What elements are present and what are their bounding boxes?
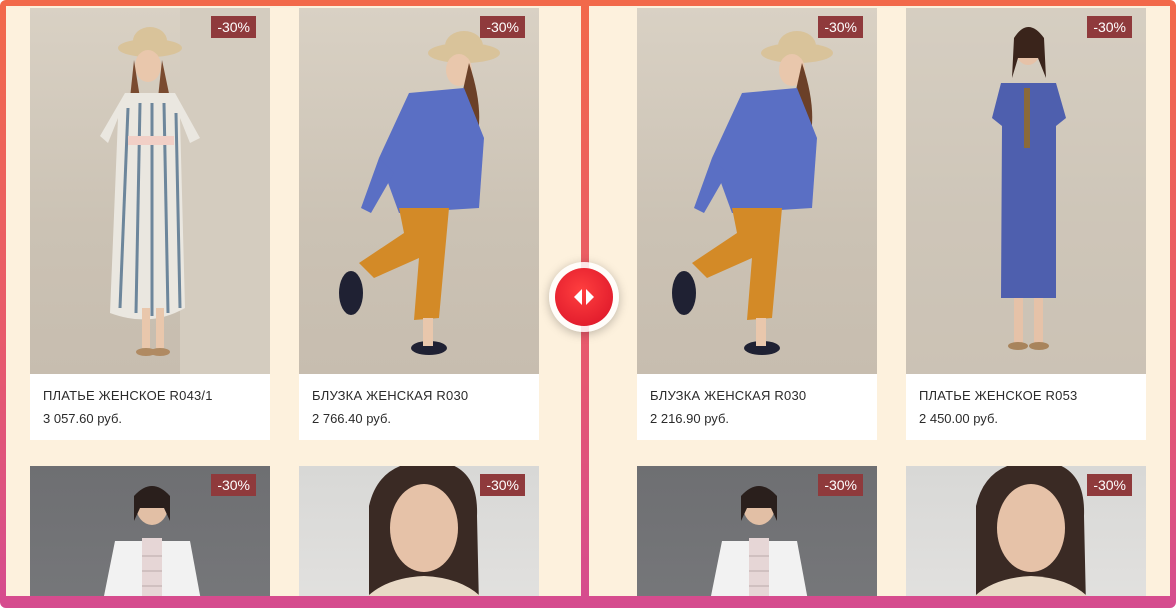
product-photo-portrait[interactable]: -30% — [906, 466, 1146, 596]
product-card[interactable]: -30% — [906, 466, 1146, 596]
blouse-model-illustration — [672, 31, 833, 355]
blue-dress-model-illustration — [906, 8, 1146, 374]
product-price: 2 766.40 руб. — [312, 411, 392, 426]
product-name[interactable]: ПЛАТЬЕ ЖЕНСКОЕ R053 — [919, 388, 1146, 403]
product-photo-blue-blouse[interactable]: -30% — [299, 8, 539, 374]
product-info: БЛУЗКА ЖЕНСКАЯ R030 2 766.40 руб. — [299, 374, 539, 440]
compare-handle-circle[interactable] — [555, 268, 613, 326]
product-card[interactable]: -30% ПЛАТЬЕ ЖЕНСКОЕ R043/1 3 057.60 руб. — [30, 8, 270, 440]
left-comparison-pane: -30% ПЛАТЬЕ ЖЕНСКОЕ R043/1 3 057.60 руб.… — [6, 6, 581, 596]
product-photo-blue-dress[interactable]: -30% — [906, 8, 1146, 374]
discount-badge: -30% — [480, 474, 525, 496]
compare-slider-handle[interactable] — [549, 262, 619, 332]
product-photo-white-jacket[interactable]: -30% — [30, 466, 270, 596]
left-right-arrows-icon — [574, 289, 594, 305]
product-card[interactable]: -30% БЛУЗКА ЖЕНСКАЯ R030 2 216.90 руб. — [637, 8, 877, 440]
product-photo-portrait[interactable]: -30% — [299, 466, 539, 596]
product-info: БЛУЗКА ЖЕНСКАЯ R030 2 216.90 руб. — [637, 374, 877, 440]
product-card[interactable]: -30% — [30, 466, 270, 596]
product-card[interactable]: -30% — [299, 466, 539, 596]
product-price: 3 057.60 руб. — [43, 411, 123, 426]
product-name[interactable]: ПЛАТЬЕ ЖЕНСКОЕ R043/1 — [43, 388, 270, 403]
product-photo-white-jacket[interactable]: -30% — [637, 466, 877, 596]
product-info: ПЛАТЬЕ ЖЕНСКОЕ R053 2 450.00 руб. — [906, 374, 1146, 440]
product-card[interactable]: -30% БЛУЗКА ЖЕНСКАЯ R030 2 766.40 руб. — [299, 8, 539, 440]
product-photo-blue-blouse[interactable]: -30% — [637, 8, 877, 374]
right-comparison-pane: -30% БЛУЗКА ЖЕНСКАЯ R030 2 216.90 руб. -… — [589, 6, 1170, 596]
product-card[interactable]: -30% ПЛАТЬЕ ЖЕНСКОЕ R053 2 450.00 руб. — [906, 8, 1146, 440]
blouse-model-illustration — [339, 31, 500, 355]
dress-model-illustration — [100, 8, 270, 374]
discount-badge: -30% — [1087, 16, 1132, 38]
discount-badge: -30% — [818, 474, 863, 496]
product-price: 2 216.90 руб. — [650, 411, 730, 426]
discount-badge: -30% — [211, 474, 256, 496]
product-info: ПЛАТЬЕ ЖЕНСКОЕ R043/1 3 057.60 руб. — [30, 374, 270, 440]
discount-badge: -30% — [211, 16, 256, 38]
product-card[interactable]: -30% — [637, 466, 877, 596]
product-name[interactable]: БЛУЗКА ЖЕНСКАЯ R030 — [312, 388, 539, 403]
product-price: 2 450.00 руб. — [919, 411, 999, 426]
product-photo-dress-stripes[interactable]: -30% — [30, 8, 270, 374]
discount-badge: -30% — [1087, 474, 1132, 496]
discount-badge: -30% — [818, 16, 863, 38]
product-name[interactable]: БЛУЗКА ЖЕНСКАЯ R030 — [650, 388, 877, 403]
discount-badge: -30% — [480, 16, 525, 38]
